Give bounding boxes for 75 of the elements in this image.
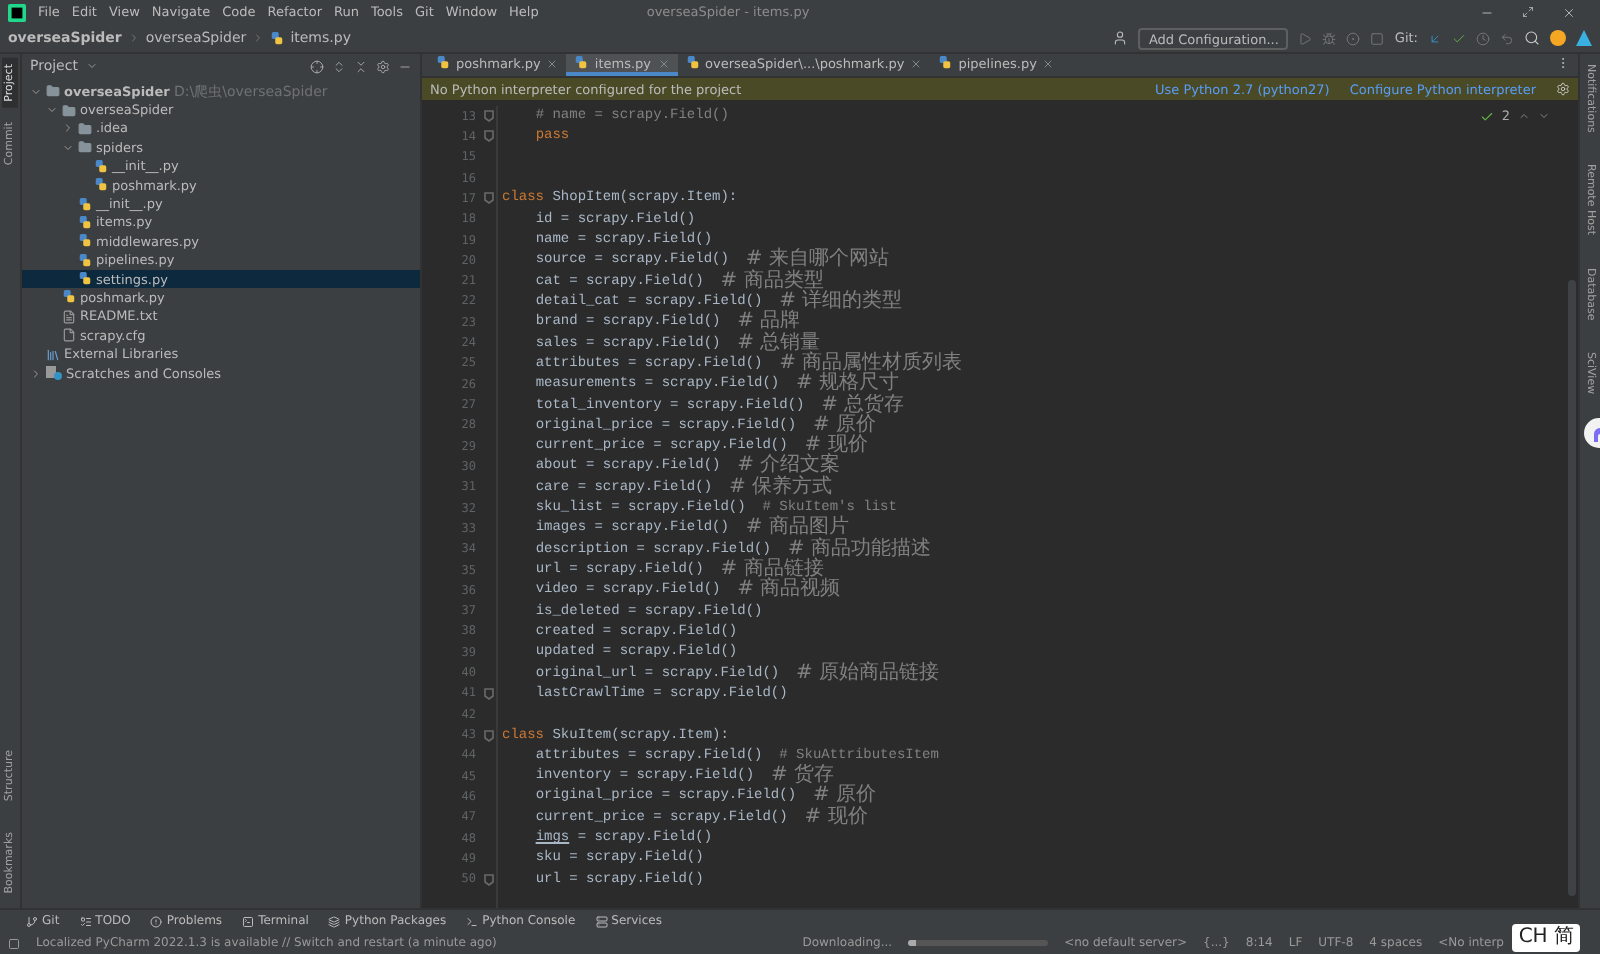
code-comment: # 现价	[804, 807, 868, 828]
close-icon[interactable]	[1562, 5, 1576, 19]
code-comment: # 原价	[812, 415, 876, 436]
code-comment: # 总销量	[737, 333, 821, 354]
code-comment: # 总货存	[821, 395, 905, 416]
folder-icon	[46, 84, 60, 99]
folder-icon	[62, 103, 76, 118]
next-icon[interactable]	[1538, 110, 1550, 122]
input-method-indicator[interactable]: CH 简	[1512, 924, 1580, 952]
code-comment: # 规格尺寸	[796, 374, 900, 395]
code-comment: # 商品类型	[720, 271, 824, 292]
code-comment: # 商品视频	[737, 580, 841, 601]
code-comment: # 介绍文案	[737, 456, 841, 477]
code-comment: # 原价	[812, 786, 876, 807]
fold-marker-icon[interactable]	[484, 130, 494, 143]
user-icon[interactable]	[1112, 30, 1129, 46]
settings-icon[interactable]	[1556, 82, 1570, 96]
coverage-icon[interactable]	[1346, 31, 1361, 45]
fold-marker-icon[interactable]	[484, 729, 494, 742]
text-file-icon	[62, 309, 76, 324]
commit-icon[interactable]	[1452, 31, 1466, 45]
alert-icon	[150, 915, 163, 927]
collapse-all-icon[interactable]	[354, 59, 368, 73]
code-comment: # 保养方式	[728, 477, 832, 498]
history-icon[interactable]	[1476, 31, 1490, 45]
close-icon[interactable]	[546, 57, 559, 69]
close-icon[interactable]	[910, 57, 923, 69]
server-icon	[595, 915, 608, 927]
code-comment: # 品牌	[737, 312, 801, 333]
folder-icon	[78, 121, 92, 136]
fold-marker-icon[interactable]	[484, 873, 494, 886]
library-icon	[46, 347, 60, 362]
layers-icon	[328, 915, 341, 927]
close-icon[interactable]	[1042, 57, 1055, 69]
fold-marker-icon[interactable]	[484, 192, 494, 205]
code-comment: # 商品链接	[720, 560, 824, 581]
close-icon[interactable]	[657, 57, 670, 69]
code-comment: # 原始商品链接	[796, 663, 940, 684]
scratch-icon	[46, 366, 62, 381]
plugin-logo-icon[interactable]	[1576, 30, 1592, 46]
code-comment: # 来自哪个网站	[745, 250, 889, 271]
branch-icon	[26, 915, 38, 927]
code-comment: # 商品图片	[745, 518, 849, 539]
list-icon	[79, 915, 92, 927]
rollback-icon[interactable]	[1500, 31, 1514, 45]
run-icon[interactable]	[1298, 31, 1313, 45]
fold-marker-icon[interactable]	[484, 687, 494, 700]
python-file-icon	[574, 56, 589, 70]
separator-icon	[127, 32, 140, 44]
update-badge-icon[interactable]	[1550, 30, 1566, 46]
separator-icon	[252, 32, 265, 44]
inspection-check-icon[interactable]	[1479, 109, 1494, 123]
code-comment: # 商品属性材质列表	[779, 353, 963, 374]
status-icon[interactable]	[8, 937, 20, 949]
debug-icon[interactable]	[1322, 31, 1337, 45]
code-comment: # 详细的类型	[779, 291, 903, 312]
stop-icon[interactable]	[1370, 31, 1385, 45]
search-icon[interactable]	[1524, 30, 1540, 46]
expand-all-icon[interactable]	[332, 59, 346, 73]
update-icon[interactable]	[1428, 31, 1442, 45]
folder-icon	[78, 140, 92, 155]
locate-icon[interactable]	[310, 59, 324, 73]
file-icon	[62, 328, 76, 343]
dropdown-icon[interactable]	[85, 60, 98, 72]
code-comment: # 商品功能描述	[787, 539, 931, 560]
python-file-icon	[270, 31, 285, 45]
previous-icon[interactable]	[1518, 110, 1530, 122]
settings-icon[interactable]	[376, 59, 390, 73]
python-file-icon	[436, 56, 450, 70]
python-file-icon	[938, 56, 953, 70]
code-comment: # 货存	[770, 766, 834, 787]
terminal-icon	[242, 915, 255, 927]
python-file-icon	[685, 56, 700, 70]
fold-marker-icon[interactable]	[484, 110, 494, 123]
app-logo	[8, 3, 26, 21]
